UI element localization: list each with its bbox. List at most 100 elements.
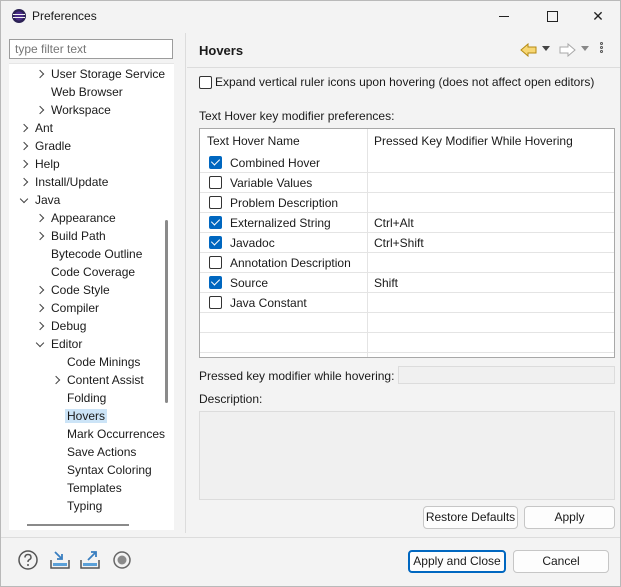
tree-item[interactable]: Bytecode Outline [33, 245, 144, 263]
back-arrow-icon[interactable] [520, 43, 538, 57]
chevron-right-icon[interactable] [35, 101, 45, 119]
tree-item[interactable]: Help [17, 155, 62, 173]
chevron-right-icon[interactable] [35, 281, 45, 299]
tree-item[interactable]: Code Style [33, 281, 112, 299]
tree-item[interactable]: Java [17, 191, 62, 209]
table-row[interactable]: Source Shift [200, 273, 614, 293]
tree-item-label: Code Coverage [51, 265, 136, 279]
chevron-right-icon[interactable] [51, 371, 61, 389]
help-icon[interactable] [17, 549, 39, 571]
page-title: Hovers [199, 43, 244, 58]
restore-defaults-button[interactable]: Restore Defaults [423, 506, 518, 529]
chevron-right-icon[interactable] [19, 137, 29, 155]
export-icon[interactable] [79, 549, 101, 571]
tree-item-label: Appearance [51, 211, 116, 225]
tree-item[interactable]: Install/Update [17, 173, 110, 191]
tree-item-label: Ant [35, 121, 54, 135]
table-row[interactable]: Combined Hover [200, 153, 614, 173]
tree-item-label: Code Minings [67, 355, 141, 369]
hover-enabled-checkbox[interactable] [209, 256, 222, 269]
tree-item[interactable]: Templates [49, 479, 124, 497]
hover-enabled-checkbox[interactable] [209, 276, 222, 289]
forward-arrow-icon[interactable] [558, 43, 576, 57]
import-icon[interactable] [49, 549, 71, 571]
empty-table-row [200, 333, 614, 353]
tree-item[interactable]: Code Coverage [33, 263, 137, 281]
filter-input[interactable] [9, 39, 173, 59]
eclipse-icon [12, 9, 26, 23]
apply-and-close-button[interactable]: Apply and Close [408, 550, 506, 573]
tree-item-label: Java [35, 193, 61, 207]
more-options-icon[interactable] [600, 42, 605, 58]
cancel-button[interactable]: Cancel [513, 550, 609, 573]
tree-item[interactable]: Debug [33, 317, 88, 335]
chevron-down-icon[interactable] [19, 191, 29, 209]
chevron-right-icon[interactable] [19, 155, 29, 173]
tree-item[interactable]: Folding [49, 389, 108, 407]
chevron-right-icon[interactable] [35, 317, 45, 335]
hover-enabled-checkbox[interactable] [209, 296, 222, 309]
table-row[interactable]: Externalized String Ctrl+Alt [200, 213, 614, 233]
description-label: Description: [199, 392, 263, 406]
hover-name: Externalized String [230, 216, 331, 230]
table-row[interactable]: Java Constant [200, 293, 614, 313]
hover-enabled-checkbox[interactable] [209, 156, 222, 169]
tree-item-label: Web Browser [51, 85, 123, 99]
tree-horizontal-scrollbar[interactable] [27, 524, 129, 526]
close-icon: ✕ [592, 8, 604, 24]
tree-item[interactable]: Syntax Coloring [49, 461, 154, 479]
tree-item[interactable]: Typing [49, 497, 104, 515]
hover-enabled-checkbox[interactable] [209, 216, 222, 229]
maximize-button[interactable] [529, 1, 575, 32]
hover-name: Java Constant [230, 296, 307, 310]
tree-item[interactable]: Web Browser [33, 83, 125, 101]
chevron-down-icon[interactable] [35, 335, 45, 353]
tree-item-label: User Storage Service [51, 67, 166, 81]
back-menu-chevron-icon[interactable] [542, 46, 550, 51]
tree-item[interactable]: Hovers [49, 407, 108, 425]
chevron-right-icon[interactable] [35, 299, 45, 317]
chevron-right-icon[interactable] [35, 65, 45, 83]
chevron-right-icon[interactable] [19, 119, 29, 137]
table-row[interactable]: Variable Values [200, 173, 614, 193]
tree-item[interactable]: Workspace [33, 101, 113, 119]
hover-enabled-checkbox[interactable] [209, 176, 222, 189]
tree-item[interactable]: Compiler [33, 299, 101, 317]
apply-button[interactable]: Apply [524, 506, 615, 529]
hover-enabled-checkbox[interactable] [209, 236, 222, 249]
hover-enabled-checkbox[interactable] [209, 196, 222, 209]
title-bar: Preferences ✕ [1, 1, 620, 32]
hover-name: Problem Description [230, 196, 339, 210]
column-header-modifier[interactable]: Pressed Key Modifier While Hovering [367, 129, 573, 153]
tree-item[interactable]: User Storage Service [33, 65, 167, 83]
hover-modifier: Ctrl+Alt [374, 216, 414, 230]
pane-divider[interactable] [185, 33, 186, 533]
column-header-name[interactable]: Text Hover Name [200, 129, 300, 153]
table-row[interactable]: Problem Description [200, 193, 614, 213]
record-icon[interactable] [111, 549, 133, 571]
chevron-right-icon[interactable] [19, 173, 29, 191]
close-button[interactable]: ✕ [575, 1, 621, 32]
minimize-button[interactable] [481, 1, 527, 32]
table-row[interactable]: Annotation Description [200, 253, 614, 273]
tree-item[interactable]: Mark Occurrences [49, 425, 167, 443]
tree-item[interactable]: Ant [17, 119, 55, 137]
tree-item[interactable]: Editor [33, 335, 84, 353]
tree-item[interactable]: Content Assist [49, 371, 146, 389]
preferences-tree[interactable]: User Storage Service Web Browser Workspace… [9, 63, 174, 530]
tree-item[interactable]: Appearance [33, 209, 118, 227]
tree-vertical-scrollbar[interactable] [165, 220, 168, 403]
tree-item[interactable]: Save Actions [49, 443, 138, 461]
table-row[interactable]: Javadoc Ctrl+Shift [200, 233, 614, 253]
hover-modifier: Shift [374, 276, 399, 290]
chevron-right-icon[interactable] [35, 227, 45, 245]
window-title: Preferences [32, 9, 97, 23]
forward-menu-chevron-icon[interactable] [581, 46, 589, 51]
hover-name: Variable Values [230, 176, 313, 190]
chevron-right-icon[interactable] [35, 209, 45, 227]
tree-item[interactable]: Code Minings [49, 353, 142, 371]
tree-item[interactable]: Build Path [33, 227, 108, 245]
tree-item-label: Content Assist [67, 373, 144, 387]
expand-ruler-icons-checkbox[interactable] [199, 76, 212, 89]
tree-item[interactable]: Gradle [17, 137, 73, 155]
